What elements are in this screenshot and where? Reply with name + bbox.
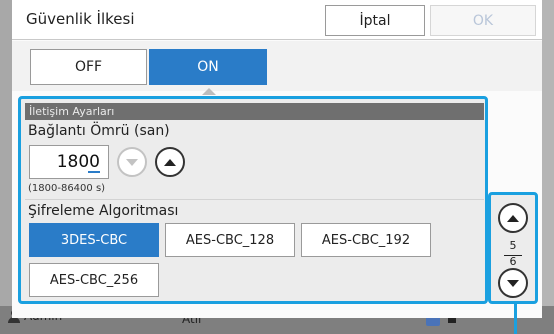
- callout-line: [514, 304, 517, 334]
- settings-panel: İletişim Ayarları Bağlantı Ömrü (san) 18…: [18, 96, 488, 304]
- dialog-title-bar: Güvenlik İlkesi İptal OK: [12, 0, 542, 40]
- toggle-area: OFF ON: [12, 41, 542, 95]
- chevron-up-icon: [507, 214, 519, 222]
- total-pages: 6: [509, 255, 517, 268]
- algo-option-aes-cbc-128[interactable]: AES-CBC_128: [165, 223, 295, 257]
- encryption-algorithm-label: Şifreleme Algoritması: [28, 203, 179, 219]
- dialog-title: Güvenlik İlkesi: [26, 10, 135, 28]
- connection-lifetime-input[interactable]: 1800: [29, 145, 109, 179]
- algo-option-aes-cbc-256[interactable]: AES-CBC_256: [29, 263, 159, 297]
- ok-button[interactable]: OK: [430, 5, 536, 36]
- background-left-strip: [0, 0, 12, 310]
- increment-button[interactable]: [155, 147, 185, 177]
- expand-caret-icon: [202, 88, 216, 95]
- current-page: 5: [509, 239, 517, 252]
- page-up-button[interactable]: [498, 203, 528, 233]
- algo-option-3des-cbc[interactable]: 3DES-CBC: [29, 223, 159, 257]
- pager: 5 6: [488, 192, 538, 304]
- security-policy-dialog: Güvenlik İlkesi İptal OK OFF ON İletişim…: [12, 0, 542, 318]
- on-toggle-button[interactable]: ON: [149, 49, 267, 85]
- group-header: İletişim Ayarları: [25, 103, 484, 120]
- off-toggle-button[interactable]: OFF: [30, 49, 147, 85]
- chevron-up-icon: [164, 158, 176, 166]
- divider: [25, 199, 484, 200]
- decrement-button[interactable]: [117, 147, 147, 177]
- cancel-button[interactable]: İptal: [325, 5, 425, 36]
- range-hint: (1800-86400 s): [28, 183, 106, 194]
- algo-option-aes-cbc-192[interactable]: AES-CBC_192: [301, 223, 431, 257]
- chevron-down-icon: [126, 158, 138, 166]
- chevron-down-icon: [507, 279, 519, 287]
- page-down-button[interactable]: [498, 268, 528, 298]
- text-cursor: [88, 171, 100, 173]
- connection-lifetime-label: Bağlantı Ömrü (san): [28, 123, 170, 139]
